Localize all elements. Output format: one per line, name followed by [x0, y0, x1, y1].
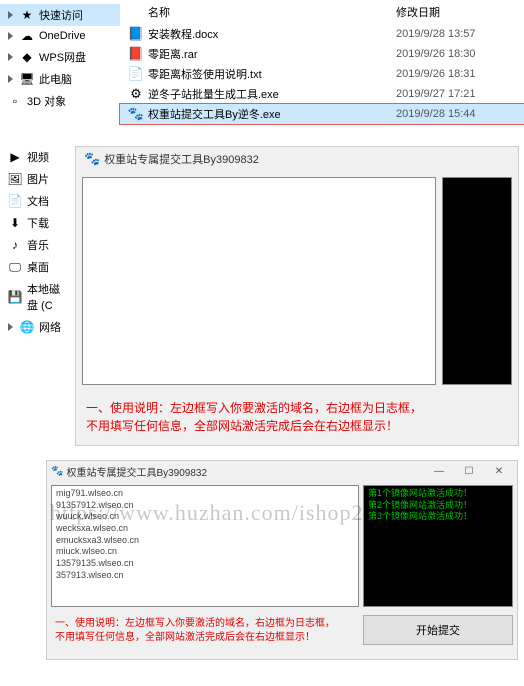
pc-icon: 🖥 — [20, 72, 34, 86]
file-date: 2019/9/28 15:44 — [396, 108, 516, 120]
file-name: 零距离标签使用说明.txt — [148, 66, 396, 82]
sidebar-item[interactable]: 🖵 桌面 — [0, 256, 75, 278]
column-name[interactable]: 名称 — [128, 4, 396, 20]
sidebar-item-label: 文档 — [27, 193, 49, 209]
file-name: 权重站提交工具By逆冬.exe — [148, 106, 396, 122]
sidebar-item[interactable]: ▶ 视频 — [0, 146, 75, 168]
window-controls: — ☐ ✕ — [425, 463, 513, 479]
instructions-line2: 不用填写任何信息，全部网站激活完成后会在右边框显示！ — [55, 631, 355, 645]
桌面-icon: 🖵 — [8, 260, 22, 274]
sidebar-item-label: 快速访问 — [39, 7, 83, 23]
sidebar-item[interactable]: 📄 文档 — [0, 190, 75, 212]
sidebar-item-onedrive[interactable]: ☁ OneDrive — [0, 26, 120, 46]
sidebar-item-label: 音乐 — [27, 237, 49, 253]
sidebar-item-label: 桌面 — [27, 259, 49, 275]
instructions: 一、使用说明：左边框写入你要激活的域名，右边框为日志框， 不用填写任何信息，全部… — [76, 391, 518, 443]
domain-input[interactable] — [82, 177, 436, 385]
sidebar-item-3dobjects[interactable]: ▫ 3D 对象 — [0, 90, 120, 112]
app-title: 🐾 权重站专属提交工具By3909832 — [76, 147, 518, 171]
file-header: 名称 修改日期 — [120, 0, 524, 24]
title-bar: 🐾 权重站专属提交工具By3909832 — ☐ ✕ — [47, 461, 517, 481]
instructions: 一、使用说明：左边框写入你要激活的域名，右边框为日志框， 不用填写任何信息，全部… — [51, 615, 359, 647]
file-name: 安装教程.docx — [148, 26, 396, 42]
file-row[interactable]: ⚙逆冬子站批量生成工具.exe2019/9/27 17:21 — [120, 84, 524, 104]
file-date: 2019/9/26 18:30 — [396, 48, 516, 60]
sidebar-item-wps[interactable]: ◆ WPS网盘 — [0, 46, 120, 68]
视频-icon: ▶ — [8, 150, 22, 164]
file-name: 零距离.rar — [148, 46, 396, 62]
instructions-line1: 一、使用说明：左边框写入你要激活的域名，右边框为日志框， — [55, 617, 355, 631]
文档-icon: 📄 — [8, 194, 22, 208]
instructions-line1: 一、使用说明：左边框写入你要激活的域名，右边框为日志框， — [86, 399, 508, 417]
sidebar-item-label: 此电脑 — [39, 71, 72, 87]
app-title-text: 权重站专属提交工具By3909832 — [66, 464, 207, 479]
app-title-text: 权重站专属提交工具By3909832 — [104, 151, 259, 167]
file-date: 2019/9/27 17:21 — [396, 88, 516, 100]
file-name: 逆冬子站批量生成工具.exe — [148, 86, 396, 102]
maximize-button[interactable]: ☐ — [455, 463, 483, 479]
file-icon: 📄 — [128, 66, 144, 82]
sidebar-item[interactable]: 🖼 图片 — [0, 168, 75, 190]
sidebar-item-label: 图片 — [27, 171, 49, 187]
sidebar-item[interactable]: ⬇ 下载 — [0, 212, 75, 234]
sidebar: ★ 快速访问 ☁ OneDrive ◆ WPS网盘 🖥 此电脑 ▫ 3D 对象 — [0, 0, 120, 146]
app-window-1: 🐾 权重站专属提交工具By3909832 一、使用说明：左边框写入你要激活的域名… — [75, 146, 519, 446]
下载-icon: ⬇ — [8, 216, 22, 230]
submit-button[interactable]: 开始提交 — [363, 615, 513, 645]
file-list: 名称 修改日期 📘安装教程.docx2019/9/28 13:57📕零距离.ra… — [120, 0, 524, 146]
log-output — [442, 177, 512, 385]
minimize-button[interactable]: — — [425, 463, 453, 479]
close-button[interactable]: ✕ — [485, 463, 513, 479]
3d-icon: ▫ — [8, 94, 22, 108]
file-icon: ⚙ — [128, 86, 144, 102]
音乐-icon: ♪ — [8, 238, 22, 252]
file-icon: 🐾 — [128, 106, 144, 122]
file-icon: 📘 — [128, 26, 144, 42]
sidebar-item-label: 视频 — [27, 149, 49, 165]
file-row[interactable]: 📘安装教程.docx2019/9/28 13:57 — [120, 24, 524, 44]
sidebar-item-quickaccess[interactable]: ★ 快速访问 — [0, 4, 120, 26]
sidebar-item[interactable]: 💾 本地磁盘 (C — [0, 278, 75, 316]
file-date: 2019/9/26 18:31 — [396, 68, 516, 80]
sidebar-continued: ▶ 视频 🖼 图片 📄 文档 ⬇ 下载 ♪ 音乐 🖵 桌面 💾 本地磁盘 (C 🌐 网络 — [0, 146, 75, 338]
sidebar-item-label: WPS网盘 — [39, 49, 86, 65]
sidebar-item-label: 本地磁盘 (C — [27, 281, 67, 313]
sidebar-item-thispc[interactable]: 🖥 此电脑 — [0, 68, 120, 90]
app-window-2: 🐾 权重站专属提交工具By3909832 — ☐ ✕ mig791.wlseo.… — [46, 460, 518, 660]
sidebar-item[interactable]: 🌐 网络 — [0, 316, 75, 338]
paw-icon: 🐾 — [51, 466, 63, 477]
wps-icon: ◆ — [20, 50, 34, 64]
paw-icon: 🐾 — [84, 151, 100, 167]
domain-input[interactable]: mig791.wlseo.cn 91357912.wlseo.cn wuuck.… — [51, 485, 359, 607]
instructions-line2: 不用填写任何信息，全部网站激活完成后会在右边框显示！ — [86, 417, 508, 435]
log-output: 第1个镜像网站激活成功！ 第2个镜像网站激活成功！ 第3个镜像网站激活成功！ — [363, 485, 513, 607]
file-row[interactable]: 📄零距离标签使用说明.txt2019/9/26 18:31 — [120, 64, 524, 84]
sidebar-item-label: 下载 — [27, 215, 49, 231]
column-date[interactable]: 修改日期 — [396, 4, 516, 20]
file-row[interactable]: 🐾权重站提交工具By逆冬.exe2019/9/28 15:44 — [120, 104, 524, 124]
sidebar-item-label: 3D 对象 — [27, 93, 66, 109]
网络-icon: 🌐 — [20, 320, 34, 334]
file-row[interactable]: 📕零距离.rar2019/9/26 18:30 — [120, 44, 524, 64]
图片-icon: 🖼 — [8, 172, 22, 186]
sidebar-item[interactable]: ♪ 音乐 — [0, 234, 75, 256]
cloud-icon: ☁ — [20, 29, 34, 43]
本地磁盘 (C-icon: 💾 — [8, 290, 22, 304]
file-icon: 📕 — [128, 46, 144, 62]
sidebar-item-label: OneDrive — [39, 30, 85, 42]
star-icon: ★ — [20, 8, 34, 22]
sidebar-item-label: 网络 — [39, 319, 61, 335]
file-date: 2019/9/28 13:57 — [396, 28, 516, 40]
